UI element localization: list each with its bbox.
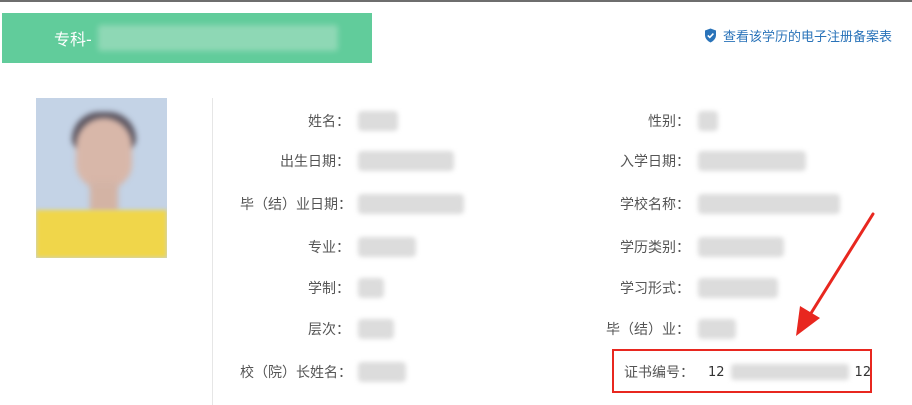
red-arrow-annotation [796,212,875,336]
